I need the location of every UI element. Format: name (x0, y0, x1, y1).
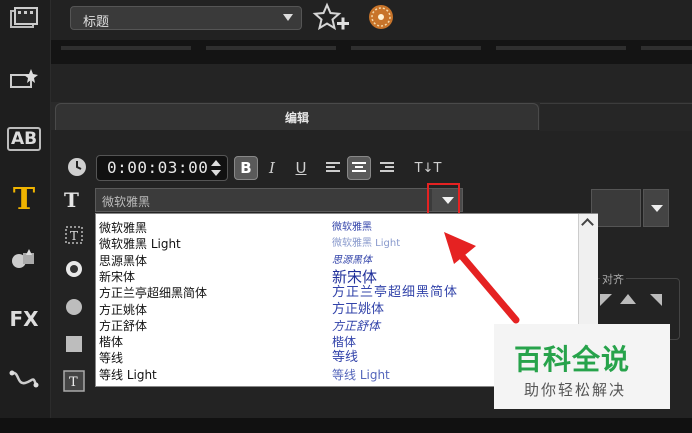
font-preview: 新宋体 (332, 267, 378, 286)
timecode-value: 0:00:03:00 (107, 158, 209, 177)
title-t-icon[interactable]: T (6, 182, 42, 217)
tab-edit[interactable]: 编辑 (55, 103, 539, 130)
timeline-track-strip (51, 40, 692, 64)
font-preview: 方正姚体 (332, 301, 385, 317)
svg-text:T: T (69, 375, 78, 390)
orb-button[interactable] (364, 2, 398, 36)
font-name: 方正姚体 (99, 302, 148, 317)
align-top-left-icon[interactable] (598, 292, 618, 314)
font-preview: 微软雅黑 Light (332, 238, 401, 250)
spin-down-icon[interactable] (211, 170, 221, 176)
font-name: 楷体 (99, 335, 124, 350)
spin-up-icon[interactable] (211, 160, 221, 166)
tab-edit-label: 编辑 (284, 111, 309, 125)
align-right-button[interactable] (374, 156, 398, 180)
radio-option-2[interactable] (63, 296, 85, 318)
svg-text:T: T (70, 229, 78, 243)
title-select-value: 标题 (83, 15, 110, 30)
add-favorite-button[interactable] (312, 2, 352, 36)
title-category-select[interactable]: 标题 (70, 6, 302, 30)
font-preview: 微软雅黑 (332, 222, 372, 233)
underline-button[interactable]: U (289, 156, 313, 180)
font-name: 微软雅黑 Light (99, 237, 181, 252)
border-shadow-icon[interactable] (63, 333, 85, 355)
font-preview: 楷体 (332, 335, 357, 350)
font-name: 微软雅黑 (99, 221, 148, 235)
tab-secondary[interactable] (540, 103, 692, 131)
font-family-combo[interactable]: 微软雅黑 (95, 188, 463, 212)
text-box-icon[interactable]: T (63, 224, 85, 246)
star-plus-icon (312, 2, 349, 31)
font-name: 新宋体 (99, 269, 136, 284)
preview-strip (51, 64, 692, 102)
font-preview: 等线 (332, 350, 359, 366)
font-preview: 思源黑体 (332, 254, 372, 266)
align-center-icon (352, 162, 366, 172)
bottom-bar (0, 418, 692, 433)
media-film-icon[interactable] (6, 2, 42, 36)
font-size-combo[interactable] (591, 189, 641, 227)
radio-option-1[interactable] (63, 258, 85, 280)
red-arrow-annotation (444, 232, 520, 324)
left-rail: AB T FX (0, 0, 51, 433)
align-right-icon (380, 162, 394, 172)
font-size-dropdown-button[interactable] (643, 189, 669, 227)
chevron-down-icon (283, 14, 293, 21)
clock-icon (66, 156, 88, 178)
transition-ab-icon[interactable]: AB (6, 122, 42, 156)
font-name: 思源黑体 (99, 253, 148, 268)
align-top-icon[interactable] (618, 292, 638, 314)
orb-icon (369, 5, 393, 29)
font-name: 方正舒体 (99, 318, 148, 333)
align-top-right-icon[interactable] (646, 292, 666, 314)
italic-button[interactable]: I (260, 156, 284, 180)
font-preview: 等线 Light (332, 367, 390, 382)
align-center-button[interactable] (347, 156, 371, 180)
filter-fx-icon[interactable]: FX (6, 302, 42, 336)
text-direction-button[interactable]: T↓T (410, 156, 446, 180)
duration-timecode-field[interactable]: 0:00:03:00 (96, 155, 228, 181)
font-t-icon: T (64, 188, 79, 212)
align-group-label: 对齐 (600, 271, 626, 287)
text-style-icon[interactable]: T (63, 370, 85, 392)
watermark-logo: 百科全说 助你轻松解决 (494, 324, 670, 409)
watermark-title: 百科全说 (514, 343, 631, 376)
graphics-icon[interactable] (6, 242, 42, 276)
align-left-icon (326, 162, 340, 172)
path-motion-icon[interactable] (6, 362, 42, 396)
scroll-up-icon[interactable] (581, 218, 594, 231)
font-combo-value: 微软雅黑 (102, 195, 151, 209)
instant-project-icon[interactable] (6, 62, 42, 96)
chevron-down-icon (651, 205, 663, 212)
watermark-subtitle: 助你轻松解决 (524, 381, 627, 399)
font-preview: 方正舒体 (332, 318, 381, 333)
font-name: 等线 (99, 351, 124, 366)
font-name: 方正兰亭超细黑简体 (99, 286, 208, 301)
bold-button[interactable]: B (234, 156, 258, 180)
font-name: 等线 Light (99, 367, 157, 382)
align-left-button[interactable] (322, 156, 346, 180)
